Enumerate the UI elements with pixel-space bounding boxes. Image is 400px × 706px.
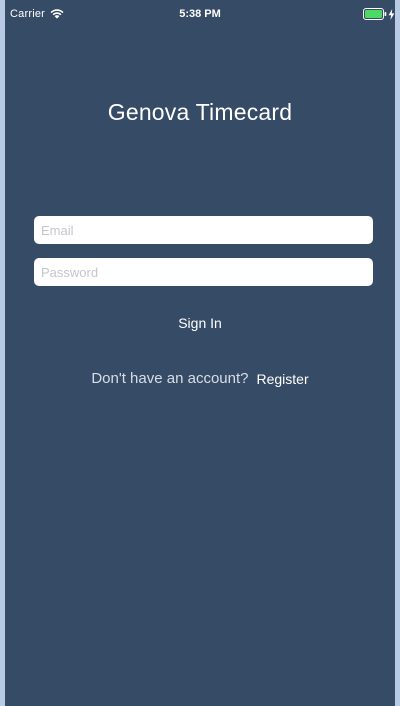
battery-icon [363,8,387,20]
sign-in-button[interactable]: Sign In [150,312,250,334]
status-time: 5:38 PM [179,8,221,20]
register-button[interactable]: Register [257,371,309,387]
app-title: Genova Timecard [107,99,293,125]
register-row: Don't have an account? Register [5,370,395,387]
app-screen: Carrier 5:38 PM Genova Timecard Email Si… [5,0,395,706]
password-field[interactable] [34,258,373,286]
register-prompt: Don't have an account? [91,370,249,387]
battery-group [363,8,395,20]
charging-bolt-icon [388,8,395,20]
status-bar: Carrier 5:38 PM [5,0,395,30]
email-field[interactable] [34,216,373,244]
